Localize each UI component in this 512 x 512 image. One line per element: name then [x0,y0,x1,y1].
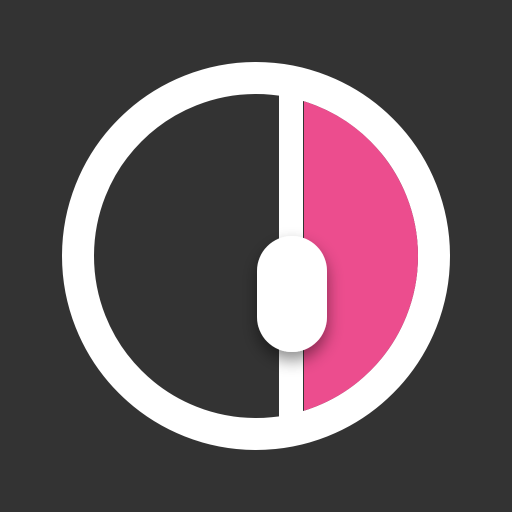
slider-handle [257,236,327,352]
split-circle-slider-icon [0,0,512,512]
